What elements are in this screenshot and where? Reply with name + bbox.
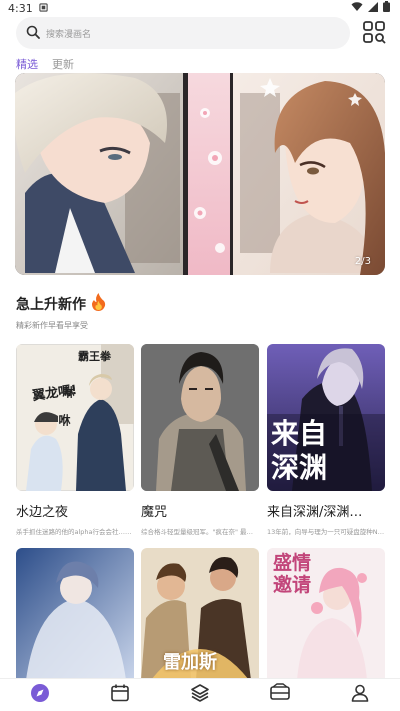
compass-icon: [30, 683, 50, 707]
comic-card-2[interactable]: 魔咒 综合格斗轻型量级冠军。"疯在奈" 最……: [141, 344, 259, 536]
nav-discover[interactable]: [20, 681, 60, 709]
section-title-text: 急上升新作: [16, 297, 86, 313]
comic-description: 综合格斗轻型量级冠军。"疯在奈" 最……: [141, 528, 259, 536]
comic-cover: 来自 深渊: [267, 344, 385, 491]
category-grid-button[interactable]: [362, 20, 386, 44]
nav-profile[interactable]: [340, 681, 380, 709]
signal-icon: [368, 1, 378, 15]
comic-description: 13年前，向导与理为一只可疑盘旋种Ni……: [267, 528, 385, 536]
cover-title-line-2: 邀请: [273, 574, 312, 596]
featured-banner[interactable]: 2/3: [15, 73, 385, 275]
comic-card-3[interactable]: 来自 深渊 来自深渊/深渊… 13年前，向导与理为一只可疑盘旋种Ni……: [267, 344, 385, 536]
comic-card-5[interactable]: 雷加斯: [141, 548, 259, 680]
fire-icon: [91, 293, 106, 315]
notification-icon: [39, 2, 48, 15]
grid-search-icon: [362, 21, 386, 48]
search-row: 搜索漫画名: [16, 16, 386, 50]
section-title: 急上升新作: [16, 293, 106, 315]
comic-card-1[interactable]: 翼龙嗎! 霸王拳 咻 咻 水边之夜 杀手抓住迷路的他的alpha行会会社……: [16, 344, 134, 536]
status-time: 4:31: [8, 1, 33, 15]
cover-title: 雷加斯: [163, 652, 217, 673]
comic-cover: 翼龙嗎! 霸王拳 咻 咻: [16, 344, 134, 491]
comic-title: 魔咒: [141, 505, 168, 520]
cover-title-line-1: 来自: [271, 417, 328, 450]
search-input[interactable]: 搜索漫画名: [16, 17, 350, 49]
banner-artwork: [15, 73, 385, 275]
comic-title: 水边之夜: [16, 505, 69, 520]
comic-cover: [141, 344, 259, 491]
search-icon: [26, 24, 40, 43]
comic-title: 来自深渊/深渊…: [267, 505, 363, 520]
section-subtitle: 精彩新作早看早享受: [16, 321, 88, 330]
cover-title-line-1: 盛情: [273, 552, 312, 574]
cover-sfx-3: 咻: [61, 386, 75, 398]
nav-library[interactable]: [180, 681, 220, 709]
ticket-icon: [269, 683, 291, 707]
status-bar: 4:31: [0, 0, 400, 16]
comic-card-4[interactable]: [16, 548, 134, 680]
wifi-icon: [351, 1, 363, 15]
cover-title-line-2: 深渊: [271, 451, 328, 484]
battery-icon: [383, 1, 390, 15]
cover-sfx-4: 咻: [57, 414, 71, 426]
comic-description: 杀手抓住迷路的他的alpha行会会社……: [16, 528, 132, 536]
nav-ranking[interactable]: [260, 681, 300, 709]
bottom-navigation: [0, 678, 400, 711]
comic-card-6[interactable]: 盛情 邀请: [267, 548, 385, 680]
calendar-icon: [110, 683, 130, 707]
comic-cover: [16, 548, 134, 680]
nav-calendar[interactable]: [100, 681, 140, 709]
person-icon: [350, 683, 370, 707]
banner-page-indicator: 2/3: [354, 256, 371, 267]
cover-sfx-2: 霸王拳: [78, 350, 111, 363]
search-placeholder: 搜索漫画名: [46, 29, 92, 40]
layers-icon: [190, 683, 210, 707]
